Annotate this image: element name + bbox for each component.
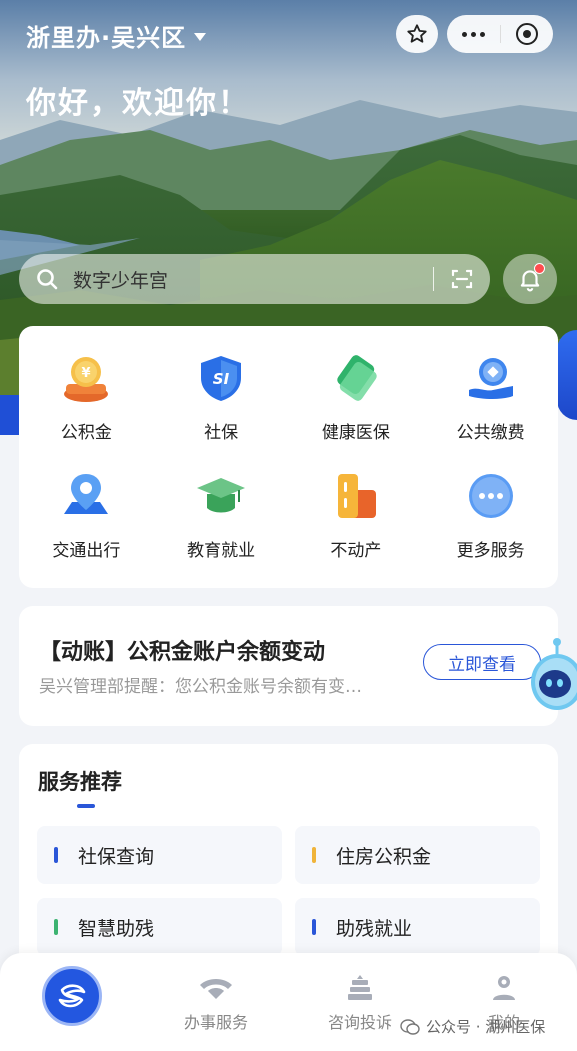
close-miniprogram-button[interactable] <box>501 15 554 53</box>
item-marker <box>312 847 316 863</box>
service-label: 更多服务 <box>456 541 525 561</box>
service-more[interactable]: 更多服务 <box>423 458 558 576</box>
watermark-text: 公众号 · 湖州医保 <box>426 1018 546 1036</box>
social-security-icon: SI <box>201 356 242 401</box>
graduation-cap-icon <box>197 478 246 513</box>
watermark: 公众号 · 湖州医保 <box>400 1016 545 1037</box>
recommend-item-label: 住房公积金 <box>336 845 432 868</box>
service-label: 健康医保 <box>321 423 390 443</box>
notice-subtitle: 吴兴管理部提醒：您公积金账号余额有变… <box>39 677 362 697</box>
search-divider <box>433 267 434 291</box>
region-label: 浙里办·吴兴区 <box>26 24 187 52</box>
decorative-strip <box>557 330 577 420</box>
svg-text:SI: SI <box>213 370 230 388</box>
recommend-item[interactable]: 助残就业 <box>295 898 540 956</box>
recommend-item-label: 社保查询 <box>78 845 155 868</box>
user-icon <box>493 976 515 1000</box>
decorative-strip <box>0 395 20 435</box>
service-education[interactable]: 教育就业 <box>154 458 289 576</box>
more-dots-icon <box>461 31 485 37</box>
service-label: 教育就业 <box>187 541 256 561</box>
greeting-text: 你好，欢迎你！ <box>26 86 250 121</box>
service-health-insurance[interactable]: 健康医保 <box>289 340 424 458</box>
health-insurance-icon <box>337 355 377 401</box>
item-marker <box>54 847 58 863</box>
more-menu-button[interactable] <box>447 15 500 53</box>
wechat-icon <box>400 1018 420 1035</box>
item-marker <box>54 919 58 935</box>
tab-label: 咨询投诉 <box>327 1013 392 1032</box>
notice-card[interactable]: 【动账】公积金账户余额变动 吴兴管理部提醒：您公积金账号余额有变… 立即查看 <box>19 606 558 726</box>
service-fund[interactable]: ¥ 公积金 <box>19 340 154 458</box>
star-icon <box>407 24 427 43</box>
search-placeholder: 数字少年宫 <box>73 269 169 292</box>
transport-icon <box>64 474 109 514</box>
notification-button[interactable] <box>503 254 557 304</box>
recommend-heading: 服务推荐 <box>38 770 122 794</box>
search-bar[interactable]: 数字少年宫 <box>19 254 490 304</box>
favorite-button[interactable] <box>396 15 438 53</box>
view-now-button[interactable]: 立即查看 <box>423 644 541 680</box>
svg-text:¥: ¥ <box>82 366 91 381</box>
recommend-item-label: 助残就业 <box>336 917 413 940</box>
recommend-item[interactable]: 社保查询 <box>37 826 282 884</box>
region-selector[interactable]: 浙里办·吴兴区 <box>26 18 207 53</box>
more-services-icon <box>468 474 513 518</box>
tab-label: 办事服务 <box>183 1013 248 1032</box>
service-grid: ¥ 公积金 SI 社保 健康医保 公共缴费 交通出行 教育就业 不动产 更多服务 <box>19 326 558 588</box>
scan-icon[interactable] <box>450 267 474 291</box>
service-public-payment[interactable]: 公共缴费 <box>423 340 558 458</box>
consult-tab-icon <box>348 975 372 1000</box>
caret-down-icon <box>194 32 207 41</box>
recommend-item[interactable]: 智慧助残 <box>37 898 282 956</box>
heading-underline <box>77 804 95 808</box>
public-payment-icon <box>468 358 513 399</box>
recommend-item-label: 智慧助残 <box>78 917 155 940</box>
notification-badge <box>534 263 545 274</box>
services-tab-icon <box>200 979 232 999</box>
home-logo-icon <box>58 984 86 1008</box>
real-estate-icon <box>337 474 376 518</box>
service-transport[interactable]: 交通出行 <box>19 458 154 576</box>
service-social-security[interactable]: SI 社保 <box>154 340 289 458</box>
tab-services[interactable]: 办事服务 <box>156 953 276 1051</box>
service-label: 交通出行 <box>52 541 121 561</box>
item-marker <box>312 919 316 935</box>
service-real-estate[interactable]: 不动产 <box>289 458 424 576</box>
miniprogram-capsule <box>447 15 553 53</box>
recommend-item[interactable]: 住房公积金 <box>295 826 540 884</box>
notice-title: 【动账】公积金账户余额变动 <box>39 640 326 665</box>
service-label: 公共缴费 <box>456 423 525 443</box>
service-label: 社保 <box>204 423 239 443</box>
assistant-robot-icon[interactable] <box>527 636 577 726</box>
target-icon <box>515 23 538 45</box>
service-label: 公积金 <box>60 423 112 443</box>
fund-icon: ¥ <box>64 357 109 402</box>
service-label: 不动产 <box>330 541 382 561</box>
tab-home[interactable] <box>42 966 102 1026</box>
search-icon <box>37 269 58 290</box>
